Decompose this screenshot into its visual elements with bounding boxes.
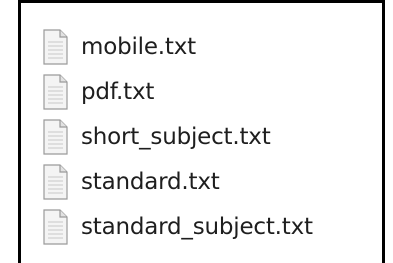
file-name: standard.txt xyxy=(81,168,220,195)
panel-border-right xyxy=(382,0,385,263)
text-file-icon xyxy=(38,163,72,200)
file-name: mobile.txt xyxy=(81,33,196,60)
text-file-icon xyxy=(38,73,72,110)
file-item-mobile[interactable]: mobile.txt xyxy=(38,24,313,69)
text-file-icon xyxy=(38,28,72,65)
panel-border-top xyxy=(18,0,385,3)
file-item-standard[interactable]: standard.txt xyxy=(38,159,313,204)
file-item-standard-subject[interactable]: standard_subject.txt xyxy=(38,204,313,249)
file-name: short_subject.txt xyxy=(81,123,271,150)
panel-border-left xyxy=(18,0,21,263)
text-file-icon xyxy=(38,118,72,155)
file-name: pdf.txt xyxy=(81,78,155,105)
text-file-icon xyxy=(38,208,72,245)
file-name: standard_subject.txt xyxy=(81,213,313,240)
file-list-panel: mobile.txt pdf.txt short_subject.txt sta… xyxy=(0,0,393,263)
file-item-short-subject[interactable]: short_subject.txt xyxy=(38,114,313,159)
file-item-pdf[interactable]: pdf.txt xyxy=(38,69,313,114)
file-list: mobile.txt pdf.txt short_subject.txt sta… xyxy=(38,24,313,249)
